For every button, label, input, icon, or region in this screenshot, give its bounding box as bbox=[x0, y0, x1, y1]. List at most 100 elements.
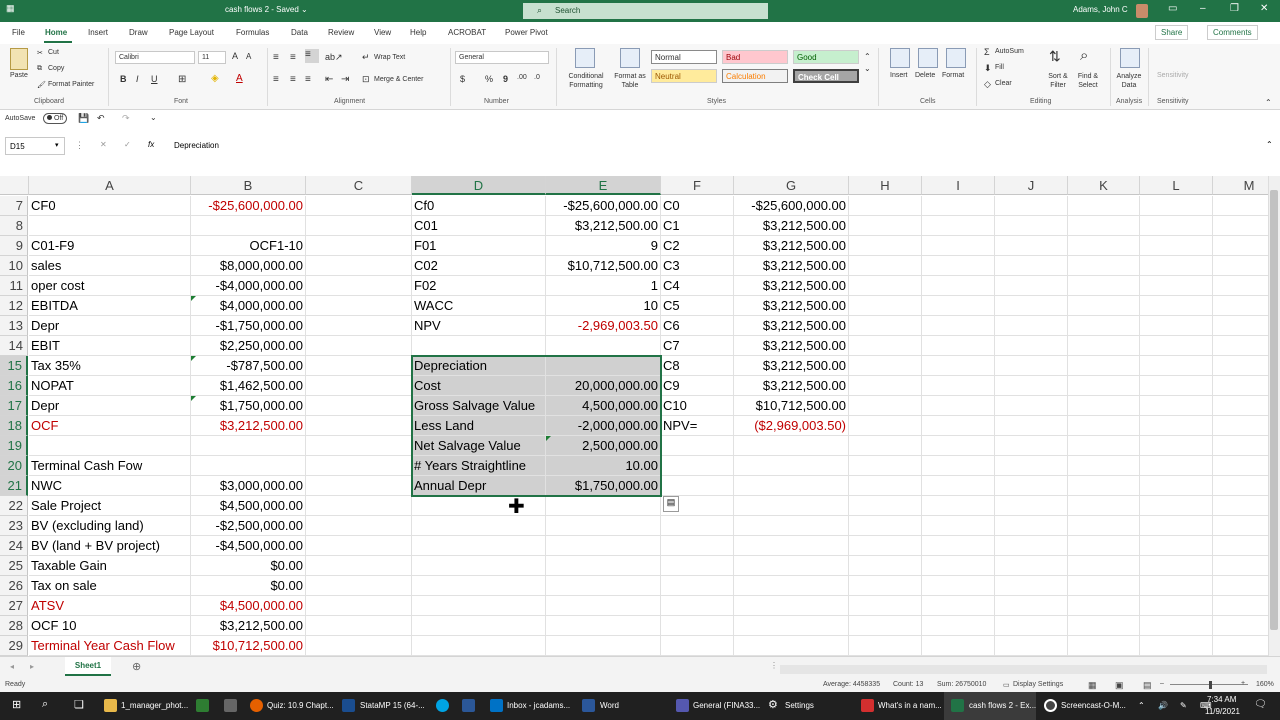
tab-help[interactable]: Help bbox=[410, 28, 426, 37]
cell-a7[interactable]: CF0 bbox=[29, 196, 191, 216]
cell-c15[interactable] bbox=[306, 356, 412, 376]
cell-c22[interactable] bbox=[306, 496, 412, 516]
cell-e17[interactable]: 4,500,000.00 bbox=[546, 396, 661, 416]
cell-h21[interactable] bbox=[849, 476, 922, 496]
clear-button[interactable]: Clear bbox=[995, 80, 1012, 87]
cell-k17[interactable] bbox=[1068, 396, 1140, 416]
styles-scroll-icon[interactable]: ⌃ bbox=[864, 52, 871, 61]
find-select-button[interactable]: Find & Select bbox=[1073, 72, 1103, 90]
taskbar-item-screencast[interactable]: Screencast-O-M... bbox=[1061, 701, 1126, 710]
row-header[interactable]: 29 bbox=[0, 636, 28, 656]
cell-b13[interactable]: -$1,750,000.00 bbox=[191, 316, 306, 336]
cell-j14[interactable] bbox=[995, 336, 1068, 356]
cell-a28[interactable]: OCF 10 bbox=[29, 616, 191, 636]
cell-k11[interactable] bbox=[1068, 276, 1140, 296]
cell-f9[interactable]: C2 bbox=[661, 236, 734, 256]
cell-i24[interactable] bbox=[922, 536, 995, 556]
cell-h17[interactable] bbox=[849, 396, 922, 416]
cell-i9[interactable] bbox=[922, 236, 995, 256]
error-indicator-icon[interactable] bbox=[191, 356, 196, 361]
style-calculation[interactable]: Calculation bbox=[722, 69, 788, 83]
cell-g16[interactable]: $3,212,500.00 bbox=[734, 376, 849, 396]
row-header[interactable]: 17 bbox=[0, 396, 28, 416]
cell-l7[interactable] bbox=[1140, 196, 1213, 216]
autosum-icon[interactable]: Σ bbox=[984, 47, 990, 57]
cell-c18[interactable] bbox=[306, 416, 412, 436]
cell-k28[interactable] bbox=[1068, 616, 1140, 636]
cell-d20[interactable]: # Years Straightline bbox=[412, 456, 546, 476]
cell-f25[interactable] bbox=[661, 556, 734, 576]
style-check-cell[interactable]: Check Cell bbox=[793, 69, 859, 83]
cell-m17[interactable] bbox=[1213, 396, 1268, 416]
cell-m14[interactable] bbox=[1213, 336, 1268, 356]
row-header[interactable]: 20 bbox=[0, 456, 28, 476]
column-header-e[interactable]: E bbox=[546, 176, 661, 195]
conditional-formatting-button[interactable]: Conditional Formatting bbox=[563, 72, 609, 90]
normal-view-icon[interactable]: ▦ bbox=[1088, 680, 1097, 691]
cell-c9[interactable] bbox=[306, 236, 412, 256]
font-color-icon[interactable]: A bbox=[236, 73, 243, 84]
cell-m19[interactable] bbox=[1213, 436, 1268, 456]
cell-j28[interactable] bbox=[995, 616, 1068, 636]
cell-m24[interactable] bbox=[1213, 536, 1268, 556]
cell-b9[interactable]: OCF1-10 bbox=[191, 236, 306, 256]
document-title[interactable]: cash flows 2 - Saved ⌄ bbox=[225, 5, 308, 14]
tab-draw[interactable]: Draw bbox=[129, 28, 148, 37]
cell-h15[interactable] bbox=[849, 356, 922, 376]
cell-c12[interactable] bbox=[306, 296, 412, 316]
cell-j26[interactable] bbox=[995, 576, 1068, 596]
cell-l19[interactable] bbox=[1140, 436, 1213, 456]
cell-f15[interactable]: C8 bbox=[661, 356, 734, 376]
cell-c19[interactable] bbox=[306, 436, 412, 456]
cell-m22[interactable] bbox=[1213, 496, 1268, 516]
cell-h22[interactable] bbox=[849, 496, 922, 516]
cell-g27[interactable] bbox=[734, 596, 849, 616]
cell-l10[interactable] bbox=[1140, 256, 1213, 276]
styles-scroll-down-icon[interactable]: ⌄ bbox=[864, 64, 871, 73]
cell-a25[interactable]: Taxable Gain bbox=[29, 556, 191, 576]
pdf-icon[interactable] bbox=[861, 699, 874, 712]
cell-h24[interactable] bbox=[849, 536, 922, 556]
cell-j10[interactable] bbox=[995, 256, 1068, 276]
cell-e23[interactable] bbox=[546, 516, 661, 536]
column-header-i[interactable]: I bbox=[922, 176, 995, 195]
comments-button[interactable]: Comments bbox=[1207, 25, 1258, 40]
taskbar-item-inbox[interactable]: Inbox - jcadams... bbox=[507, 701, 570, 710]
cut-button[interactable]: Cut bbox=[48, 49, 59, 56]
cell-h14[interactable] bbox=[849, 336, 922, 356]
cell-a11[interactable]: oper cost bbox=[29, 276, 191, 296]
column-header-j[interactable]: J bbox=[995, 176, 1068, 195]
cell-l9[interactable] bbox=[1140, 236, 1213, 256]
cell-g19[interactable] bbox=[734, 436, 849, 456]
cell-h8[interactable] bbox=[849, 216, 922, 236]
name-box-dropdown-icon[interactable]: ▾ bbox=[55, 141, 59, 149]
zoom-out-icon[interactable]: – bbox=[1160, 680, 1164, 687]
cell-f20[interactable] bbox=[661, 456, 734, 476]
cell-k14[interactable] bbox=[1068, 336, 1140, 356]
align-top-icon[interactable]: ≡ bbox=[273, 52, 279, 63]
autosave-toggle[interactable]: Off bbox=[43, 113, 68, 124]
cell-d13[interactable]: NPV bbox=[412, 316, 546, 336]
row-header[interactable]: 9 bbox=[0, 236, 28, 256]
cell-j27[interactable] bbox=[995, 596, 1068, 616]
cell-c21[interactable] bbox=[306, 476, 412, 496]
cell-m9[interactable] bbox=[1213, 236, 1268, 256]
cell-f24[interactable] bbox=[661, 536, 734, 556]
cell-i22[interactable] bbox=[922, 496, 995, 516]
cell-b29[interactable]: $10,712,500.00 bbox=[191, 636, 306, 656]
cell-i21[interactable] bbox=[922, 476, 995, 496]
cell-h19[interactable] bbox=[849, 436, 922, 456]
cell-a20[interactable]: Terminal Cash Fow bbox=[29, 456, 191, 476]
customize-qat-icon[interactable]: ⌄ bbox=[150, 113, 157, 122]
cell-l11[interactable] bbox=[1140, 276, 1213, 296]
cell-l25[interactable] bbox=[1140, 556, 1213, 576]
cell-j20[interactable] bbox=[995, 456, 1068, 476]
merge-icon[interactable]: ⊡ bbox=[362, 74, 370, 85]
cell-b27[interactable]: $4,500,000.00 bbox=[191, 596, 306, 616]
cell-b8[interactable] bbox=[191, 216, 306, 236]
firefox-icon[interactable] bbox=[250, 699, 263, 712]
cell-m15[interactable] bbox=[1213, 356, 1268, 376]
redo-icon[interactable]: ↷ bbox=[122, 113, 130, 124]
status-sum[interactable]: Sum: 26750010 bbox=[937, 681, 986, 688]
cell-k12[interactable] bbox=[1068, 296, 1140, 316]
